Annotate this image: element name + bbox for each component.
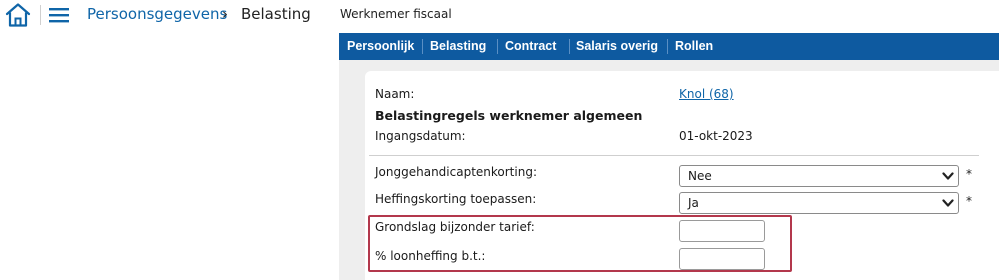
heffingskorting-select[interactable]: Ja [679,192,959,214]
required-marker: * [966,167,972,181]
heffingskorting-selected-value: Ja [688,196,699,210]
ingangsdatum-value: 01-okt-2023 [679,129,753,143]
tab-belasting[interactable]: Belasting [428,33,488,60]
tab-divider [422,39,423,54]
tab-contract[interactable]: Contract [503,33,558,60]
tab-rollen[interactable]: Rollen [673,33,715,60]
tab-divider [569,39,570,54]
employee-name-link[interactable]: Knol (68) [679,87,734,101]
ingangsdatum-label: Ingangsdatum: [375,129,466,143]
required-marker: * [966,194,972,208]
tab-divider [667,39,668,54]
toolbar-divider [40,5,41,25]
jonggehandicapt-label: Jonggehandicaptenkorting: [375,165,537,179]
tab-persoonlijk[interactable]: Persoonlijk [345,33,416,60]
chevron-down-icon [942,199,954,207]
top-bar: Persoonsgegevens › Belasting Werknemer f… [0,0,999,30]
section-heading: Belastingregels werknemer algemeen [375,108,643,123]
jonggehandicapt-selected-value: Nee [688,169,712,183]
highlight-annotation-box [368,215,792,272]
heffingskorting-label: Heffingskorting toepassen: [375,192,537,206]
home-icon[interactable] [4,2,32,28]
jonggehandicapt-select[interactable]: Nee [679,165,959,187]
tab-bar: Persoonlijk Belasting Contract Salaris o… [339,33,999,60]
tab-salaris-overig[interactable]: Salaris overig [574,33,660,60]
window-title: Werknemer fiscaal [340,7,452,21]
hamburger-menu-icon[interactable] [48,6,70,24]
tab-divider [497,39,498,54]
section-divider [369,155,979,156]
breadcrumb-current-page: Belasting [241,5,311,23]
breadcrumb-persoonsgegevens[interactable]: Persoonsgegevens [87,5,227,23]
naam-label: Naam: [375,87,415,101]
breadcrumb-separator: › [222,5,228,23]
chevron-down-icon [942,172,954,180]
